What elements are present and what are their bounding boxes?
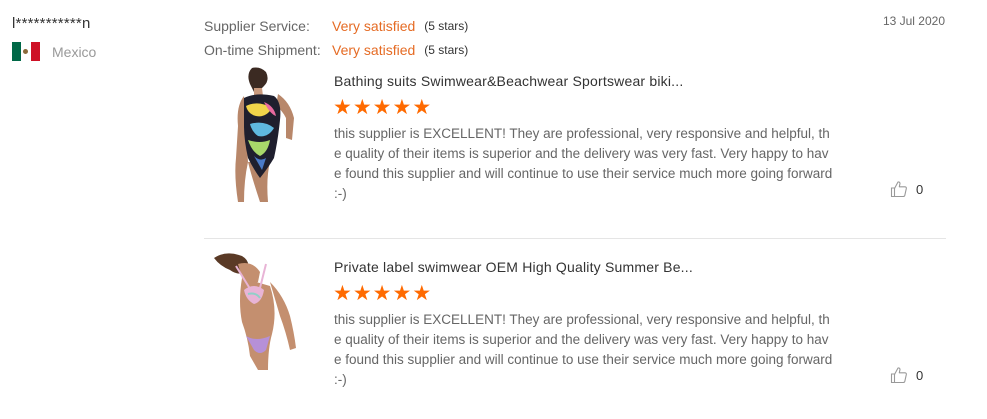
review-divider <box>204 238 946 239</box>
star-icon: ★ <box>372 282 392 305</box>
reviewer-name: l***********n <box>12 15 91 32</box>
reviewer-country: Mexico <box>12 42 96 61</box>
supplier-ratings: Supplier Service: Very satisfied (5 star… <box>204 14 468 62</box>
thumbs-up-icon <box>890 181 907 198</box>
helpful-button[interactable]: 0 <box>890 366 923 384</box>
product-image[interactable] <box>208 252 306 392</box>
star-icon: ★ <box>412 282 432 305</box>
rating-stars-text: (5 stars) <box>424 43 469 57</box>
review-text: this supplier is EXCELLENT! They are pro… <box>334 126 833 201</box>
star-icon: ★ <box>412 96 432 119</box>
product-star-rating: ★ ★ ★ ★ ★ <box>333 282 432 306</box>
mexico-flag-icon <box>12 42 40 61</box>
rating-value: Very satisfied <box>332 18 416 34</box>
star-icon: ★ <box>352 282 372 305</box>
star-icon: ★ <box>372 96 392 119</box>
star-icon: ★ <box>333 282 352 305</box>
product-star-rating: ★ ★ ★ ★ ★ <box>333 96 432 120</box>
one-piece-swimsuit-photo <box>208 66 306 206</box>
rating-value: Very satisfied <box>332 42 416 58</box>
rating-row-supplier-service: Supplier Service: Very satisfied (5 star… <box>204 14 468 38</box>
helpful-button[interactable]: 0 <box>890 180 923 198</box>
review-text: this supplier is EXCELLENT! They are pro… <box>334 312 833 387</box>
country-name: Mexico <box>52 43 97 60</box>
rating-label: On-time Shipment: <box>204 42 321 58</box>
helpful-count: 0 <box>916 367 924 383</box>
star-icon: ★ <box>392 96 412 119</box>
product-title-link[interactable]: Private label swimwear OEM High Quality … <box>334 259 693 275</box>
bikini-swimsuit-photo <box>208 252 306 372</box>
thumbs-up-icon <box>890 367 907 384</box>
product-image[interactable] <box>208 66 306 206</box>
review-date: 13 Jul 2020 <box>882 14 945 28</box>
product-title-link[interactable]: Bathing suits Swimwear&Beachwear Sportsw… <box>334 73 683 89</box>
helpful-count: 0 <box>916 181 924 197</box>
rating-row-on-time-shipment: On-time Shipment: Very satisfied (5 star… <box>204 38 468 62</box>
rating-label: Supplier Service: <box>204 18 310 34</box>
star-icon: ★ <box>392 282 412 305</box>
reviewer-info: l***********n Mexico <box>12 15 96 61</box>
star-icon: ★ <box>352 96 372 119</box>
review-card: l***********n Mexico Supplier Service: V… <box>0 0 987 419</box>
star-icon: ★ <box>333 96 352 119</box>
rating-stars-text: (5 stars) <box>424 19 469 33</box>
